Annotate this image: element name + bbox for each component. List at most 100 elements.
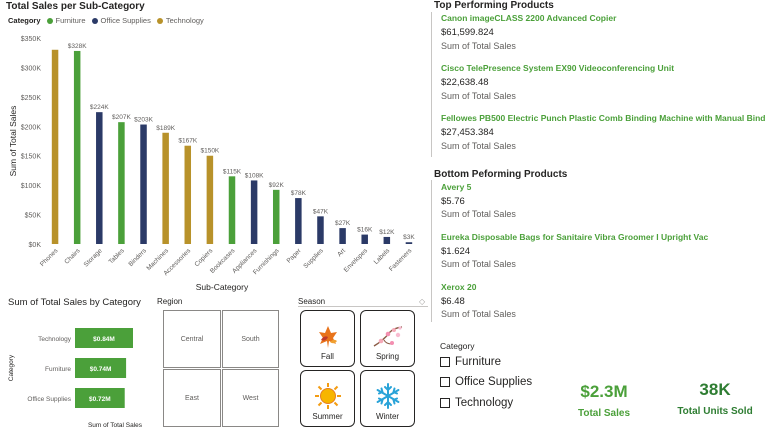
category-data-label: $0.72M <box>89 396 111 403</box>
data-label: $78K <box>291 190 307 197</box>
data-label: $3K <box>403 234 415 241</box>
bar[interactable] <box>361 234 368 244</box>
legend-dot <box>156 17 163 24</box>
data-label: $224K <box>90 104 109 111</box>
filter-option-office-supplies[interactable]: Office Supplies <box>440 376 532 388</box>
total-sales-label: Total Sales <box>577 408 631 419</box>
bar[interactable] <box>228 176 236 244</box>
bottom-product-1-name[interactable]: Avery 5 <box>441 182 471 192</box>
checkbox[interactable] <box>440 357 450 367</box>
region-tile-east[interactable]: East <box>163 369 221 427</box>
bar[interactable] <box>184 145 192 244</box>
season-tile-spring[interactable]: Spring <box>360 310 415 367</box>
y-tick-label: $100K <box>21 183 42 190</box>
bottom-products-divider <box>431 180 432 322</box>
total-units-label: Total Units Sold <box>677 406 753 417</box>
top-products-title: Top Performing Products <box>434 0 554 11</box>
bottom-product-3-name[interactable]: Xerox 20 <box>441 282 476 292</box>
region-tile-south[interactable]: South <box>222 310 279 368</box>
bottom-product-2-name[interactable]: Eureka Disposable Bags for Sanitaire Vib… <box>441 232 708 242</box>
season-tile-summer[interactable]: Summer <box>300 370 355 427</box>
category-filter-title: Category <box>440 341 475 351</box>
x-tick-label: Labels <box>373 247 392 266</box>
sales-by-subcategory-chart[interactable]: $0K $50K $100K $150K $200K $250K $300K $350K Sum… <box>0 28 425 296</box>
bottom-product-1-caption: Sum of Total Sales <box>441 209 516 219</box>
x-tick-label: Envelopes <box>343 247 370 274</box>
bar[interactable] <box>118 122 125 244</box>
y-tick-label: $50K <box>25 213 42 220</box>
y-axis-label: Sum of Total Sales <box>8 106 18 177</box>
top-product-2-name[interactable]: Cisco TelePresence System EX90 Videoconf… <box>441 63 674 73</box>
bar-chart-title: Total Sales per Sub-Category <box>6 1 145 12</box>
x-tick-label: Fasteners <box>388 247 414 273</box>
total-units-card: 38K Total Units Sold <box>670 380 760 417</box>
region-slicer-title: Region <box>157 297 183 306</box>
bottom-products-title: Bottom Peforming Products <box>434 169 568 180</box>
sun-icon <box>314 383 341 409</box>
data-label: $115K <box>223 168 242 175</box>
filter-option-technology[interactable]: Technology <box>440 397 513 409</box>
sales-by-category-chart[interactable]: Technology $0.84M Furniture $0.74M Office Su… <box>0 310 158 431</box>
bar[interactable] <box>383 236 391 244</box>
legend-item-office-supplies[interactable]: Office Supplies <box>91 16 151 25</box>
category-tick-label: Furniture <box>45 366 71 373</box>
x-tick-label: Chairs <box>63 247 82 266</box>
bar[interactable] <box>140 124 147 244</box>
legend-item-furniture[interactable]: Furniture <box>46 16 86 25</box>
legend-item-technology[interactable]: Technology <box>156 16 204 25</box>
bar[interactable] <box>317 216 324 244</box>
season-tile-winter[interactable]: Winter <box>360 370 415 427</box>
bar[interactable] <box>96 112 103 244</box>
bottom-product-3-caption: Sum of Total Sales <box>441 309 516 319</box>
y-tick-label: $200K <box>21 124 42 131</box>
y-tick-label: $300K <box>21 65 42 72</box>
y-tick-label: $150K <box>21 154 42 161</box>
top-product-3-name[interactable]: Fellowes PB500 Electric Punch Plastic Co… <box>441 113 765 123</box>
bar[interactable] <box>339 228 346 244</box>
x-tick-label: Copiers <box>194 247 215 268</box>
top-product-1-value: $61,599.824 <box>441 27 494 38</box>
bar[interactable] <box>51 49 59 245</box>
y-tick-label: $250K <box>21 95 42 102</box>
season-slicer-title: Season <box>298 297 326 306</box>
category-tick-label: Office Supplies <box>27 396 71 403</box>
region-tile-central[interactable]: Central <box>163 310 221 368</box>
bottom-product-3-value: $6.48 <box>441 296 465 307</box>
top-product-3-caption: Sum of Total Sales <box>441 141 516 151</box>
data-label: $207K <box>112 114 131 121</box>
clear-selection-icon[interactable]: ◇ <box>419 297 425 306</box>
data-label: $16K <box>357 227 373 234</box>
filter-option-furniture[interactable]: Furniture <box>440 356 501 368</box>
autumn-leaves-icon <box>318 326 337 348</box>
category-y-axis-label: Category <box>8 354 15 381</box>
snowflake-icon <box>376 383 399 409</box>
season-tile-fall[interactable]: Fall <box>300 310 355 367</box>
y-tick-label: $0K <box>29 242 42 249</box>
checkbox[interactable] <box>440 377 450 387</box>
total-sales-card: $2.3M Total Sales <box>564 382 644 419</box>
season-slicer-header-line <box>298 306 428 307</box>
bar[interactable] <box>250 180 258 244</box>
top-product-2-caption: Sum of Total Sales <box>441 91 516 101</box>
cherry-blossom-icon <box>373 326 402 347</box>
bar[interactable] <box>405 242 413 244</box>
bar[interactable] <box>295 198 302 244</box>
data-label: $189K <box>156 125 175 132</box>
data-label: $92K <box>269 182 285 189</box>
bar[interactable] <box>162 132 169 244</box>
bar[interactable] <box>73 50 81 244</box>
data-label: $12K <box>379 229 395 236</box>
top-products-divider <box>431 12 432 157</box>
bottom-product-2-caption: Sum of Total Sales <box>441 259 516 269</box>
bar[interactable] <box>206 155 214 244</box>
region-tile-west[interactable]: West <box>222 369 279 427</box>
data-label: $167K <box>178 138 197 145</box>
top-product-1-name[interactable]: Canon imageCLASS 2200 Advanced Copier <box>441 13 616 23</box>
data-label: $47K <box>313 208 329 215</box>
checkbox[interactable] <box>440 398 450 408</box>
bar[interactable] <box>272 189 280 244</box>
bottom-product-2-value: $1.624 <box>441 246 471 257</box>
category-x-axis-label: Sum of Total Sales <box>88 422 143 429</box>
legend-dot <box>46 17 53 24</box>
data-label: $203K <box>134 117 153 124</box>
